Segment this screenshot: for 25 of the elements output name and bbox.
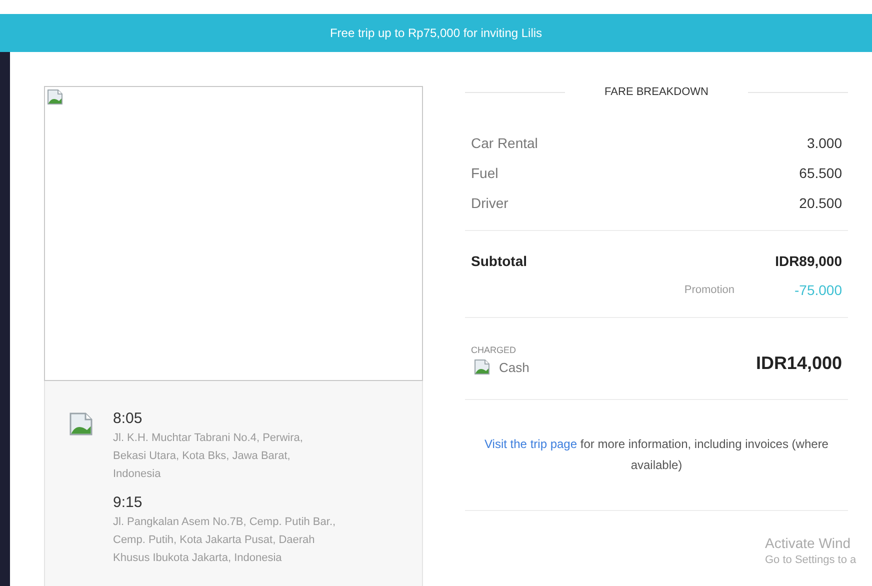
promotion-label: Promotion — [684, 283, 735, 298]
stop-time: 9:15 — [113, 493, 144, 513]
fare-label: Car Rental — [471, 134, 538, 152]
trip-page-link[interactable]: Visit the trip page — [484, 437, 578, 451]
activation-title: Activate Wind — [765, 534, 851, 553]
trip-page-note: Visit the trip page for more information, including invoices (where available) — [484, 436, 830, 474]
section-heading: FARE BREAKDOWN — [604, 84, 710, 100]
subtotal-label: Subtotal — [471, 252, 527, 271]
banner-text: Free trip up to Rp75,000 for inviting Lilis — [330, 25, 542, 42]
stop-address: Jl. Pangkalan Asem No.7B, Cemp. Putih Bar., Cemp. Putih, Kota Jakarta Pusat, Daerah Khusus Ibukota Jakarta, Indonesia — [113, 515, 337, 566]
fare-label: Fuel — [471, 164, 498, 182]
stop-time: 8:05 — [113, 409, 144, 429]
activation-subtitle: Go to Settings to a — [765, 553, 856, 568]
stop-address: Jl. K.H. Muchtar Tabrani No.4, Perwira, Bekasi Utara, Kota Bks, Jawa Barat, Indonesia — [113, 431, 304, 482]
broken-image-icon — [47, 89, 63, 105]
fare-label: Driver — [471, 194, 508, 212]
broken-image-icon — [69, 412, 93, 436]
payment-method: Cash — [499, 358, 530, 376]
fare-value: 20.500 — [799, 194, 842, 212]
subtotal-value: IDR89,000 — [775, 252, 842, 271]
fare-value: 3.000 — [806, 134, 842, 152]
fare-value: 65.500 — [799, 164, 842, 182]
charged-amount: IDR14,000 — [756, 352, 842, 375]
promotion-value: -75.000 — [794, 281, 842, 300]
charged-label: CHARGED — [471, 344, 518, 357]
